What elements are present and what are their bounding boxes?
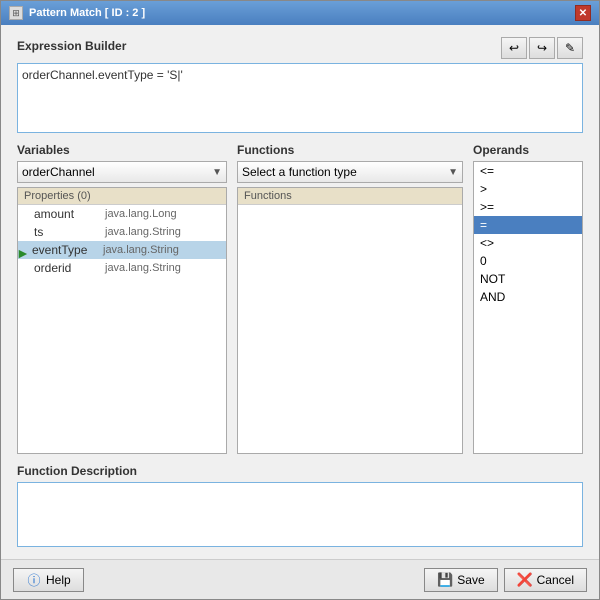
list-item-empty — [18, 295, 226, 313]
functions-dropdown[interactable]: Select a function type ▼ — [237, 161, 463, 183]
dialog-body: Expression Builder ↩ ↪ ✎ orderChannel.ev… — [1, 25, 599, 559]
operand-item[interactable]: <> — [474, 234, 582, 252]
prop-type: java.lang.String — [105, 262, 181, 274]
prop-type: java.lang.String — [103, 244, 179, 256]
help-button[interactable]: ⓘ Help — [13, 568, 84, 592]
func-item-empty — [238, 205, 462, 223]
operand-value: NOT — [480, 272, 505, 286]
functions-label: Functions — [237, 143, 463, 157]
function-description-label: Function Description — [17, 464, 583, 478]
operand-value: <= — [480, 164, 494, 178]
title-bar-left: ⊞ Pattern Match [ ID : 2 ] — [9, 6, 145, 20]
operands-list: <= > >= = <> 0 NOT AND — [473, 161, 583, 454]
cancel-button[interactable]: ❌ Cancel — [504, 568, 587, 592]
func-item-empty — [238, 277, 462, 295]
toolbar-buttons: ↩ ↪ ✎ — [501, 37, 583, 59]
dialog-title: Pattern Match [ ID : 2 ] — [29, 7, 145, 19]
redo-button[interactable]: ↪ — [529, 37, 555, 59]
save-icon: 💾 — [437, 572, 453, 588]
operand-value: AND — [480, 290, 505, 304]
undo-icon: ↩ — [509, 41, 519, 55]
operand-value: 0 — [480, 254, 487, 268]
operand-value: > — [480, 182, 487, 196]
prop-type: java.lang.Long — [105, 208, 177, 220]
save-button[interactable]: 💾 Save — [424, 568, 497, 592]
function-description-section: Function Description — [17, 464, 583, 547]
prop-name: amount — [34, 207, 99, 221]
functions-dropdown-value: Select a function type — [242, 165, 357, 179]
clear-button[interactable]: ✎ — [557, 37, 583, 59]
operand-item-selected[interactable]: = — [474, 216, 582, 234]
func-item-empty — [238, 259, 462, 277]
cancel-icon: ❌ — [517, 572, 533, 588]
list-item[interactable]: amount java.lang.Long — [18, 205, 226, 223]
operand-item[interactable]: 0 — [474, 252, 582, 270]
variables-column: Variables orderChannel ▼ Properties (0) … — [17, 143, 227, 454]
operand-item[interactable]: > — [474, 180, 582, 198]
list-item-empty — [18, 277, 226, 295]
active-indicator-icon: ► — [17, 245, 26, 255]
variables-list: Properties (0) amount java.lang.Long ts … — [17, 187, 227, 454]
variables-dropdown[interactable]: orderChannel ▼ — [17, 161, 227, 183]
title-bar: ⊞ Pattern Match [ ID : 2 ] ✕ — [1, 1, 599, 25]
functions-column: Functions Select a function type ▼ Funct… — [237, 143, 463, 454]
expression-header: Expression Builder ↩ ↪ ✎ — [17, 37, 583, 59]
operand-item[interactable]: >= — [474, 198, 582, 216]
func-item-empty — [238, 295, 462, 313]
expression-textarea[interactable]: orderChannel.eventType = 'S|' — [17, 63, 583, 133]
help-label: Help — [46, 573, 71, 587]
chevron-down-icon: ▼ — [448, 167, 458, 178]
redo-icon: ↪ — [537, 41, 547, 55]
list-item[interactable]: orderid java.lang.String — [18, 259, 226, 277]
cancel-label: Cancel — [537, 573, 574, 587]
three-columns: Variables orderChannel ▼ Properties (0) … — [17, 143, 583, 454]
operands-label: Operands — [473, 143, 583, 157]
dialog-window: ⊞ Pattern Match [ ID : 2 ] ✕ Expression … — [0, 0, 600, 600]
func-item-empty — [238, 223, 462, 241]
help-icon: ⓘ — [26, 572, 42, 588]
pencil-icon: ✎ — [565, 41, 575, 55]
list-item-active[interactable]: ► eventType java.lang.String — [18, 241, 226, 259]
chevron-down-icon: ▼ — [212, 167, 222, 178]
variables-list-header: Properties (0) — [18, 188, 226, 205]
close-button[interactable]: ✕ — [575, 5, 591, 21]
undo-button[interactable]: ↩ — [501, 37, 527, 59]
title-icon: ⊞ — [9, 6, 23, 20]
prop-type: java.lang.String — [105, 226, 181, 238]
operand-item[interactable]: NOT — [474, 270, 582, 288]
func-item-empty — [238, 241, 462, 259]
expression-label: Expression Builder — [17, 39, 126, 53]
operand-value: <> — [480, 236, 494, 250]
function-description-box — [17, 482, 583, 547]
operand-item[interactable]: AND — [474, 288, 582, 306]
expression-section: Expression Builder ↩ ↪ ✎ orderChannel.ev… — [17, 37, 583, 133]
functions-list-header: Functions — [238, 188, 462, 205]
prop-name: orderid — [34, 261, 99, 275]
save-label: Save — [457, 573, 484, 587]
functions-list: Functions — [237, 187, 463, 454]
variables-dropdown-value: orderChannel — [22, 165, 95, 179]
operand-value: >= — [480, 200, 494, 214]
operand-value: = — [480, 218, 487, 232]
operand-item[interactable]: <= — [474, 162, 582, 180]
list-item[interactable]: ts java.lang.String — [18, 223, 226, 241]
operands-column: Operands <= > >= = <> 0 NOT AND — [473, 143, 583, 454]
prop-name: ts — [34, 225, 99, 239]
footer: ⓘ Help 💾 Save ❌ Cancel — [1, 559, 599, 599]
prop-name: eventType — [32, 243, 97, 257]
variables-label: Variables — [17, 143, 227, 157]
